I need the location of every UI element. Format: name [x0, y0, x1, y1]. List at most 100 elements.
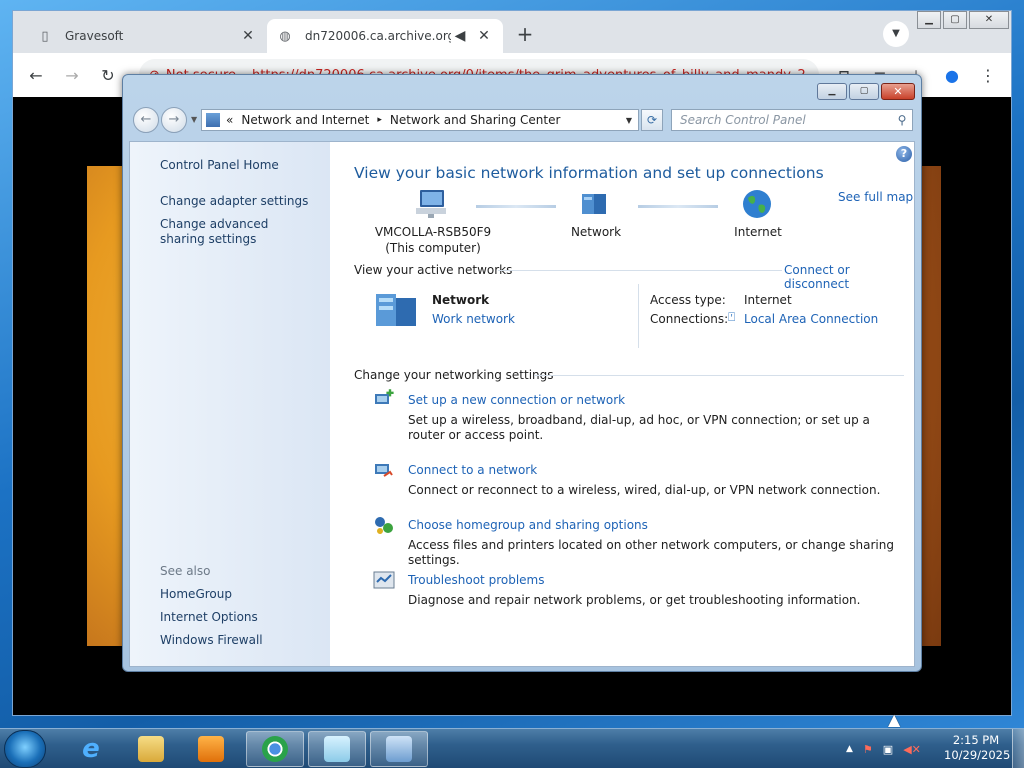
- change-adapter-settings-link[interactable]: Change adapter settings: [160, 194, 308, 208]
- connections-label: Connections:: [650, 312, 729, 326]
- close-tab-icon[interactable]: ✕: [239, 28, 257, 44]
- network-label: Network: [570, 225, 622, 239]
- breadcrumb-separator-icon[interactable]: ▸: [377, 115, 382, 125]
- menu-icon[interactable]: ⋮: [977, 65, 999, 87]
- homegroup-sharing-desc: Access files and printers located on oth…: [408, 538, 894, 567]
- tab-title: dn720006.ca.archive.org/0/: [305, 29, 451, 43]
- forward-icon[interactable]: →: [61, 65, 83, 87]
- see-also-label: See also: [160, 564, 211, 578]
- refresh-icon[interactable]: ⟳: [641, 109, 663, 131]
- help-icon[interactable]: ?: [896, 146, 912, 162]
- connector-line: [638, 205, 718, 208]
- taskbar-chrome[interactable]: [246, 731, 304, 767]
- computer-sub: (This computer): [385, 241, 481, 255]
- profile-icon[interactable]: ●: [941, 65, 963, 87]
- audio-icon[interactable]: ◀: [451, 28, 469, 44]
- address-dropdown-icon[interactable]: ▼: [620, 116, 638, 125]
- taskbar: e ▲ ⚑ ▣ ◀✕ 2:15 PM 10/29/2025: [0, 728, 1024, 768]
- internet-globe-icon[interactable]: [740, 188, 774, 223]
- network-status-icon[interactable]: ▣: [883, 743, 893, 756]
- local-area-connection-link[interactable]: Local Area Connection: [744, 312, 878, 326]
- homegroup-link[interactable]: HomeGroup: [160, 587, 232, 601]
- taskbar-notepad[interactable]: [308, 731, 366, 767]
- breadcrumb-network-internet[interactable]: Network and Internet: [241, 113, 369, 127]
- internet-options-link[interactable]: Internet Options: [160, 610, 258, 624]
- forward-button[interactable]: →: [161, 107, 187, 133]
- access-type-value: Internet: [744, 293, 792, 307]
- taskbar-explorer[interactable]: [122, 731, 180, 767]
- clock[interactable]: 2:15 PM 10/29/2025: [944, 733, 1010, 763]
- windows-firewall-link[interactable]: Windows Firewall: [160, 633, 263, 647]
- document-icon: ▯: [41, 28, 49, 44]
- notepad-icon: [324, 736, 350, 762]
- divider: [534, 375, 904, 376]
- back-icon[interactable]: ←: [25, 65, 47, 87]
- mouse-cursor-icon: ▲: [888, 710, 901, 729]
- action-center-icon[interactable]: ⚑: [863, 743, 873, 756]
- connect-to-network-link[interactable]: Connect to a network: [408, 463, 537, 477]
- show-desktop-button[interactable]: [1012, 729, 1024, 768]
- control-panel-icon: [206, 113, 220, 127]
- start-button[interactable]: [4, 730, 46, 768]
- connector-line: [476, 205, 556, 208]
- network-location-link[interactable]: Work network: [432, 312, 515, 326]
- troubleshoot-icon: [372, 568, 396, 592]
- minimize-button[interactable]: ▁: [817, 83, 847, 100]
- taskbar-control-panel[interactable]: [370, 731, 428, 767]
- maximize-button[interactable]: ▢: [849, 83, 879, 100]
- search-input[interactable]: Search Control Panel ⚲: [671, 109, 913, 131]
- close-button[interactable]: ✕: [969, 11, 1009, 29]
- show-hidden-icons[interactable]: ▲: [846, 744, 853, 754]
- homegroup-sharing-link[interactable]: Choose homegroup and sharing options: [408, 518, 648, 532]
- tab-search-button[interactable]: ▼: [883, 21, 909, 47]
- see-full-map-link[interactable]: See full map: [838, 190, 913, 204]
- troubleshoot-desc: Diagnose and repair network problems, or…: [408, 593, 861, 607]
- connect-network-icon: [372, 458, 396, 482]
- search-icon[interactable]: ⚲: [892, 113, 912, 127]
- address-bar[interactable]: « Network and Internet ▸ Network and Sha…: [201, 109, 639, 131]
- active-network-name: Network: [432, 293, 490, 307]
- folder-icon: [138, 736, 164, 762]
- clock-time: 2:15 PM: [952, 733, 1000, 747]
- control-panel-icon: [386, 736, 412, 762]
- troubleshoot-link[interactable]: Troubleshoot problems: [408, 573, 544, 587]
- close-button[interactable]: ✕: [881, 83, 915, 100]
- tab-title: Gravesoft: [65, 29, 124, 43]
- network-icon[interactable]: [578, 188, 612, 223]
- maximize-button[interactable]: ▢: [943, 11, 967, 29]
- access-type-label: Access type:: [650, 293, 726, 307]
- setup-connection-link[interactable]: Set up a new connection or network: [408, 393, 625, 407]
- ethernet-icon: ⍞: [728, 310, 736, 324]
- search-placeholder: Search Control Panel: [680, 113, 806, 127]
- new-connection-icon: [372, 388, 396, 412]
- change-advanced-sharing-link[interactable]: Change advanced sharing settings: [160, 217, 310, 247]
- reload-icon[interactable]: ↻: [97, 65, 119, 87]
- volume-muted-icon[interactable]: ◀✕: [903, 743, 921, 756]
- taskbar-internet-explorer[interactable]: e: [62, 731, 120, 767]
- back-button[interactable]: ←: [133, 107, 159, 133]
- breadcrumb-overflow[interactable]: «: [226, 113, 233, 127]
- computer-name: VMCOLLA-RSB50F9: [374, 225, 492, 239]
- divider: [638, 284, 639, 348]
- task-pane: Control Panel Home Change adapter settin…: [130, 142, 330, 666]
- divider: [498, 270, 782, 271]
- close-tab-icon[interactable]: ✕: [475, 28, 493, 44]
- computer-icon[interactable]: [414, 188, 448, 223]
- internet-explorer-icon: e: [82, 734, 100, 764]
- taskbar-media-player[interactable]: [182, 731, 240, 767]
- active-networks-label: View your active networks: [354, 263, 513, 277]
- recent-pages-dropdown-icon[interactable]: ▼: [191, 115, 197, 124]
- homegroup-icon: [372, 513, 396, 537]
- chrome-icon: [262, 736, 288, 762]
- breadcrumb-network-sharing-center[interactable]: Network and Sharing Center: [390, 113, 561, 127]
- tab-gravesoft[interactable]: ▯ Gravesoft ✕: [27, 19, 267, 53]
- content-area: Control Panel Home Change adapter settin…: [129, 141, 915, 667]
- globe-icon: ◍: [279, 28, 291, 44]
- new-tab-button[interactable]: +: [513, 23, 537, 47]
- control-panel-home-link[interactable]: Control Panel Home: [160, 158, 279, 172]
- internet-label: Internet: [734, 225, 782, 239]
- minimize-button[interactable]: ▁: [917, 11, 941, 29]
- tab-strip: ▯ Gravesoft ✕ ◍ dn720006.ca.archive.org/…: [13, 11, 1011, 53]
- tab-archive[interactable]: ◍ dn720006.ca.archive.org/0/ ◀ ✕: [267, 19, 503, 53]
- connect-disconnect-link[interactable]: Connect or disconnect: [784, 263, 914, 291]
